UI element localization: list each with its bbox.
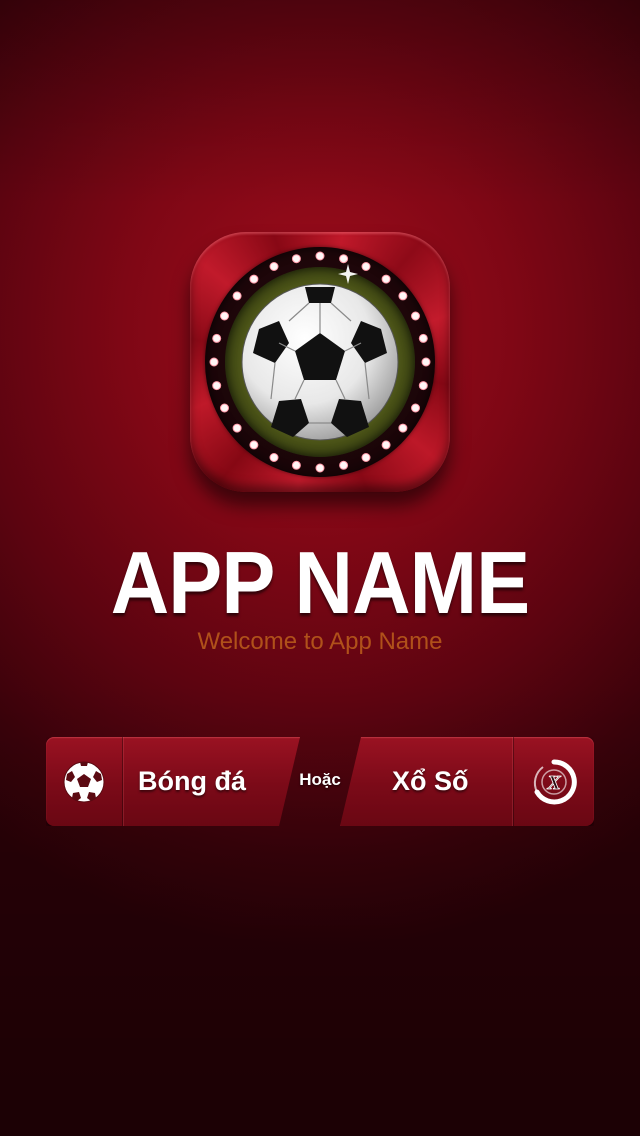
ring-light [269, 262, 279, 271]
ring-light [291, 460, 301, 470]
or-separator: Hoặc [299, 770, 341, 789]
ring-light [220, 311, 229, 321]
ring-light [212, 333, 222, 343]
app-icon [190, 232, 450, 492]
ring-light [339, 254, 349, 264]
light-ring [205, 247, 435, 477]
grass-circle [225, 267, 415, 457]
lottery-icon-cell: X [513, 737, 594, 826]
lottery-label: Xổ Số [392, 766, 469, 796]
lottery-button[interactable]: Xổ Số X [340, 737, 594, 826]
app-title: APP NAME [110, 533, 530, 632]
ring-light [418, 381, 428, 391]
ring-light [315, 251, 325, 261]
soccer-ball-icon [241, 283, 399, 441]
soccer-ball-icon [63, 761, 105, 802]
ring-light [411, 311, 420, 321]
ring-light [411, 403, 420, 413]
sparkle-icon [338, 264, 358, 284]
ring-light [209, 357, 219, 367]
ring-light [315, 463, 325, 473]
ring-light [212, 381, 222, 391]
lottery-x-icon: X [533, 758, 577, 804]
ring-light [421, 357, 431, 367]
football-icon-cell [46, 737, 123, 826]
ring-light [361, 453, 371, 462]
football-label: Bóng đá [138, 766, 246, 796]
ring-light [269, 453, 279, 462]
ring-light [361, 262, 371, 271]
ring-light [220, 403, 229, 413]
ring-light [291, 254, 301, 264]
svg-text:X: X [546, 772, 561, 794]
welcome-subtitle: Welcome to App Name [197, 628, 443, 655]
ring-light [339, 460, 349, 470]
football-button[interactable]: Bóng đá [46, 737, 300, 826]
ring-light [418, 333, 428, 343]
